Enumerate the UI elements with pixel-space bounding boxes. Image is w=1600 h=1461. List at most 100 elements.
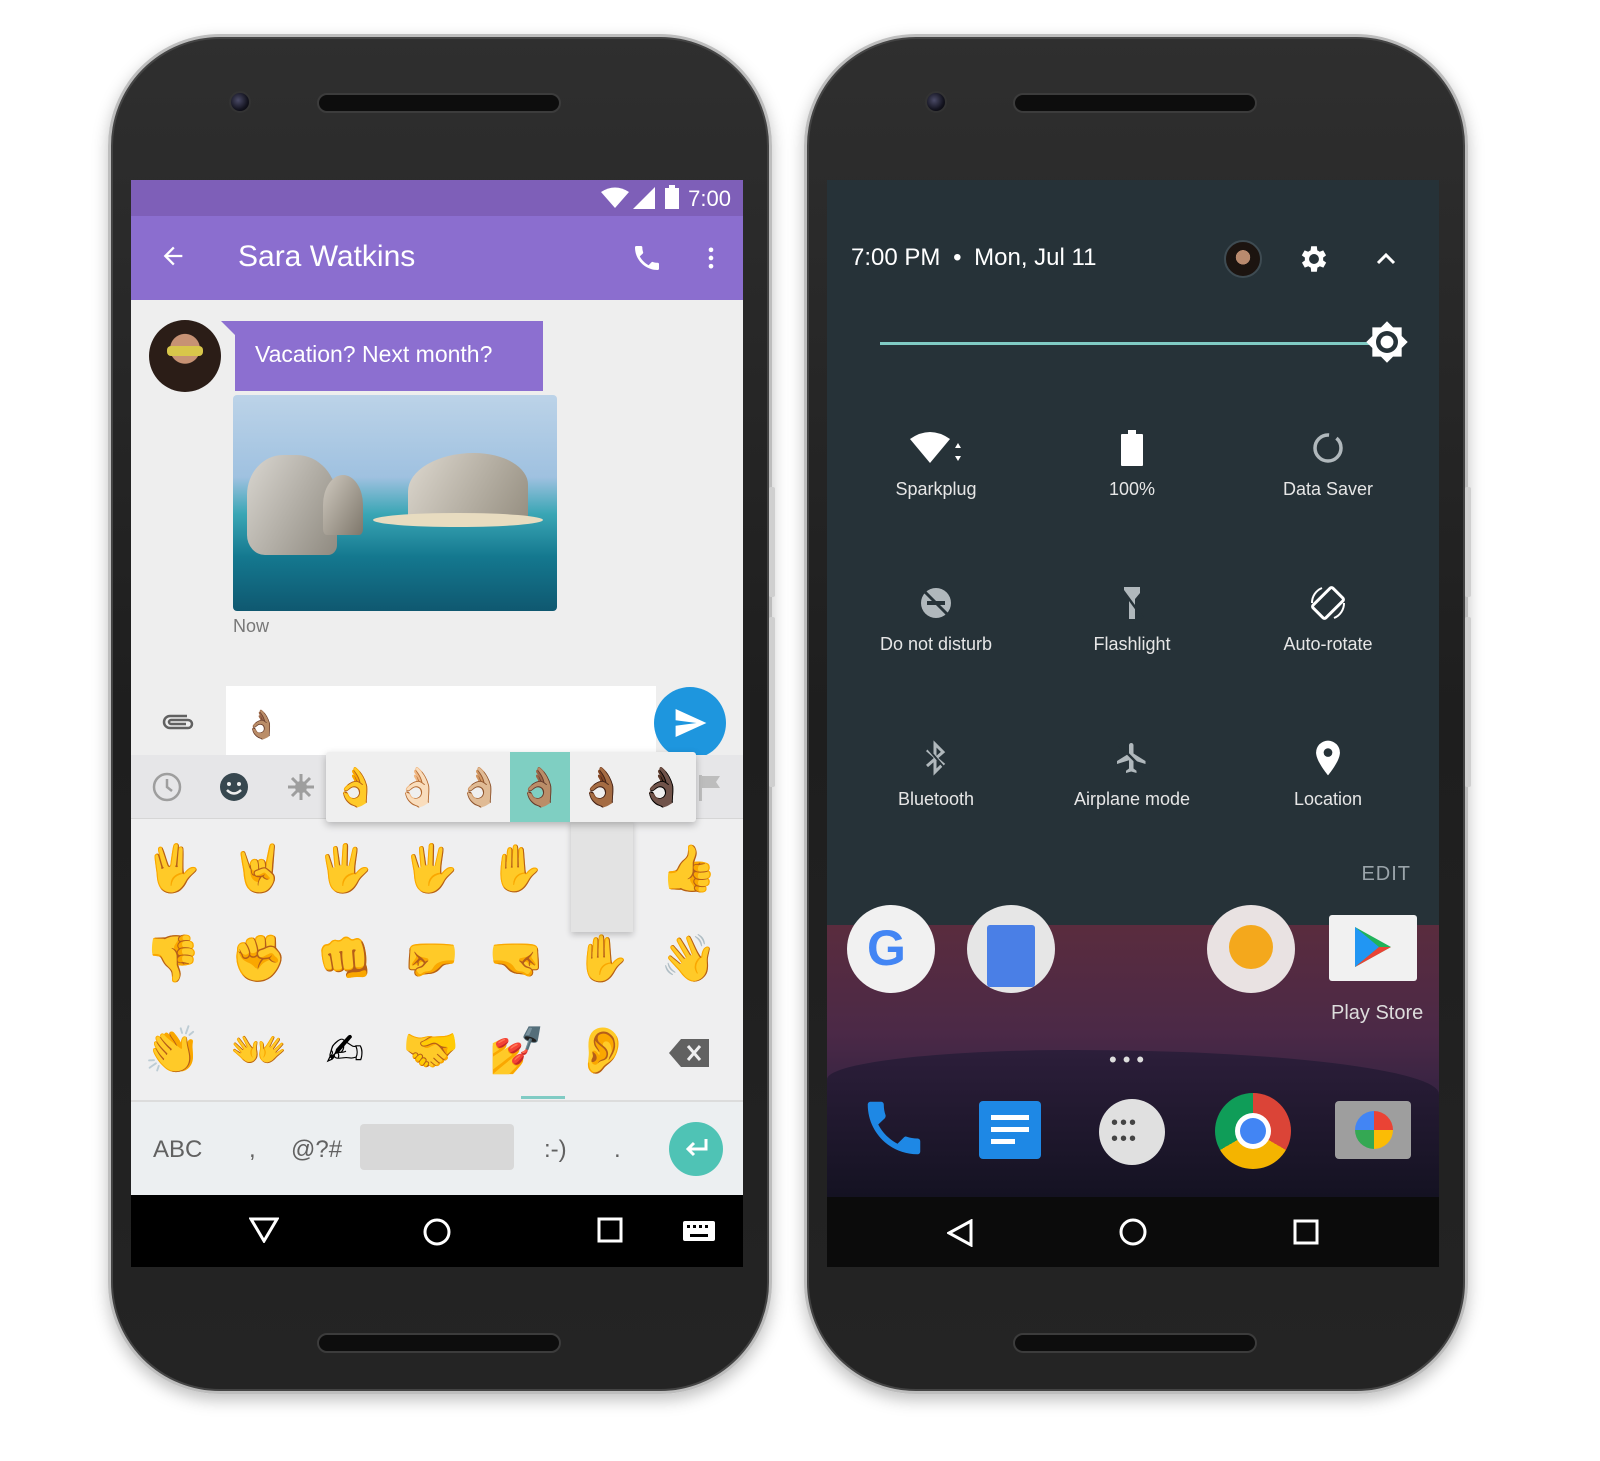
message-timestamp: Now: [233, 616, 270, 636]
emoji-ear[interactable]: 👂: [573, 1027, 633, 1073]
qs-time: 7:00 PM: [851, 244, 941, 271]
emoji-clap[interactable]: 👏: [143, 1027, 203, 1073]
emoji-raised-hand[interactable]: ✋: [573, 935, 633, 981]
home-icon[interactable]: [1118, 1217, 1148, 1247]
comma-key[interactable]: ,: [249, 1136, 256, 1164]
symbols-key[interactable]: @?#: [291, 1136, 342, 1164]
skin-tone-medium[interactable]: 👌🏽: [510, 752, 570, 822]
keyboard-icon[interactable]: [683, 1221, 715, 1241]
chevron-up-icon[interactable]: [1375, 250, 1397, 266]
emoji-punch[interactable]: 👊: [315, 935, 375, 981]
back-icon[interactable]: [947, 1219, 973, 1247]
dnd-icon: [921, 588, 951, 618]
volume-button: [769, 487, 775, 597]
play-triangle-icon: [1355, 927, 1391, 967]
skin-tone-dark[interactable]: 👌🏿: [632, 762, 692, 812]
emoji-open-hands[interactable]: 👐: [229, 1027, 289, 1073]
play-store-icon[interactable]: [1329, 915, 1417, 981]
emoji-grid: 🖖 🤘 🖐 🖐 ✋ 👍 👎 ✊ 👊 🤛 🤜 ✋ 👋 👏 👐 ✍ 🤝 💅 👂: [131, 823, 743, 1093]
brightness-slider[interactable]: [880, 342, 1374, 345]
brightness-icon[interactable]: [1365, 320, 1409, 364]
arrow-back-icon[interactable]: [159, 242, 187, 270]
location-icon: [1316, 740, 1340, 776]
recent-icon[interactable]: [151, 771, 183, 803]
gear-icon[interactable]: [1297, 242, 1331, 276]
back-icon[interactable]: [249, 1217, 279, 1243]
overview-icon[interactable]: [1293, 1219, 1319, 1245]
camera-app-icon[interactable]: [1335, 1101, 1411, 1159]
messages-app-icon[interactable]: [979, 1101, 1041, 1159]
period-key[interactable]: .: [614, 1136, 621, 1164]
avatar[interactable]: [149, 320, 221, 392]
page-indicator: [521, 1096, 565, 1099]
enter-key[interactable]: [669, 1122, 723, 1176]
google-g-icon: G: [867, 920, 906, 976]
emoji-left-fist[interactable]: 🤛: [401, 935, 461, 981]
shared-photo[interactable]: [233, 395, 557, 611]
more-vert-icon[interactable]: [697, 242, 725, 274]
smiley-icon[interactable]: [218, 771, 250, 803]
auto-rotate-icon: [1310, 586, 1346, 620]
overview-icon[interactable]: [597, 1217, 623, 1243]
play-music-icon: [1229, 925, 1273, 969]
messenger-screen: 7:00 Sara Watkins Vacation? Next month? …: [131, 180, 743, 1267]
emoji-nail-polish[interactable]: 💅: [487, 1027, 547, 1073]
space-key[interactable]: [360, 1124, 514, 1170]
app-drawer-icon[interactable]: ••• •••: [1099, 1099, 1165, 1165]
smiley-key[interactable]: :-): [544, 1136, 567, 1164]
tile-airplane-mode[interactable]: Airplane mode: [1034, 735, 1230, 810]
abc-key[interactable]: ABC: [153, 1136, 202, 1164]
attach-icon[interactable]: [161, 712, 195, 734]
tile-label: Location: [1293, 789, 1363, 809]
bluetooth-icon: [923, 740, 949, 776]
home-screen: G Play Store ••• ••• •••: [827, 905, 1439, 1197]
emoji-hand-splayed[interactable]: 🖐: [401, 845, 461, 891]
docs-app-icon[interactable]: [967, 905, 1055, 993]
wifi-icon: [910, 432, 961, 463]
tile-bluetooth[interactable]: Bluetooth: [838, 735, 1034, 810]
backspace-icon[interactable]: [669, 1039, 709, 1067]
tile-auto-rotate[interactable]: Auto-rotate: [1230, 580, 1426, 655]
skin-tone-default[interactable]: 👌: [326, 762, 386, 812]
skin-tone-light[interactable]: 👌🏻: [388, 762, 448, 812]
emoji-fist[interactable]: ✊: [229, 935, 289, 981]
earpiece-speaker: [317, 93, 561, 113]
emoji-handshake[interactable]: 🤝: [401, 1027, 461, 1073]
navigation-bar: [827, 1197, 1439, 1267]
tile-data-saver[interactable]: Data Saver: [1230, 425, 1426, 500]
tile-battery[interactable]: 100%: [1034, 425, 1230, 500]
nature-icon[interactable]: [285, 771, 317, 803]
tile-label: Data Saver: [1282, 479, 1374, 499]
skin-tone-medium-light[interactable]: 👌🏼: [450, 762, 510, 812]
status-bar: 7:00: [131, 180, 743, 216]
flags-icon[interactable]: [693, 771, 725, 803]
chrome-app-icon[interactable]: [1215, 1093, 1291, 1169]
phone-app-icon[interactable]: [859, 1093, 929, 1163]
tile-do-not-disturb[interactable]: Do not disturb: [838, 580, 1034, 655]
qs-date[interactable]: Mon, Jul 11: [974, 244, 1096, 271]
phone-right: 7:00 PM • Mon, Jul 11 Sparkplug 100% Dat…: [804, 34, 1471, 1394]
music-app-icon[interactable]: [1207, 905, 1295, 993]
tile-flashlight[interactable]: Flashlight: [1034, 580, 1230, 655]
emoji-raised-hand[interactable]: ✋: [487, 845, 547, 891]
emoji-writing-hand[interactable]: ✍: [315, 1027, 375, 1073]
emoji-wave[interactable]: 👋: [659, 935, 719, 981]
emoji-horns[interactable]: 🤘: [229, 845, 289, 891]
front-camera: [925, 91, 947, 113]
phone-icon[interactable]: [631, 242, 663, 274]
google-app-icon[interactable]: G: [847, 905, 935, 993]
emoji-thumbs-up[interactable]: 👍: [659, 845, 719, 891]
emoji-thumbs-down[interactable]: 👎: [143, 935, 203, 981]
emoji-vulcan[interactable]: 🖖: [143, 845, 203, 891]
tile-location[interactable]: Location: [1230, 735, 1426, 810]
grid-dots: ••• •••: [1111, 1112, 1139, 1150]
user-avatar[interactable]: [1224, 240, 1262, 278]
tile-wifi[interactable]: Sparkplug: [838, 425, 1034, 500]
qs-header: 7:00 PM • Mon, Jul 11: [851, 244, 1096, 272]
emoji-hand-splayed[interactable]: 🖐: [315, 845, 375, 891]
emoji-right-fist[interactable]: 🤜: [487, 935, 547, 981]
edit-button[interactable]: EDIT: [1361, 863, 1411, 886]
skin-tone-medium-dark[interactable]: 👌🏾: [572, 762, 632, 812]
home-icon[interactable]: [422, 1217, 452, 1247]
send-button[interactable]: [654, 687, 726, 759]
